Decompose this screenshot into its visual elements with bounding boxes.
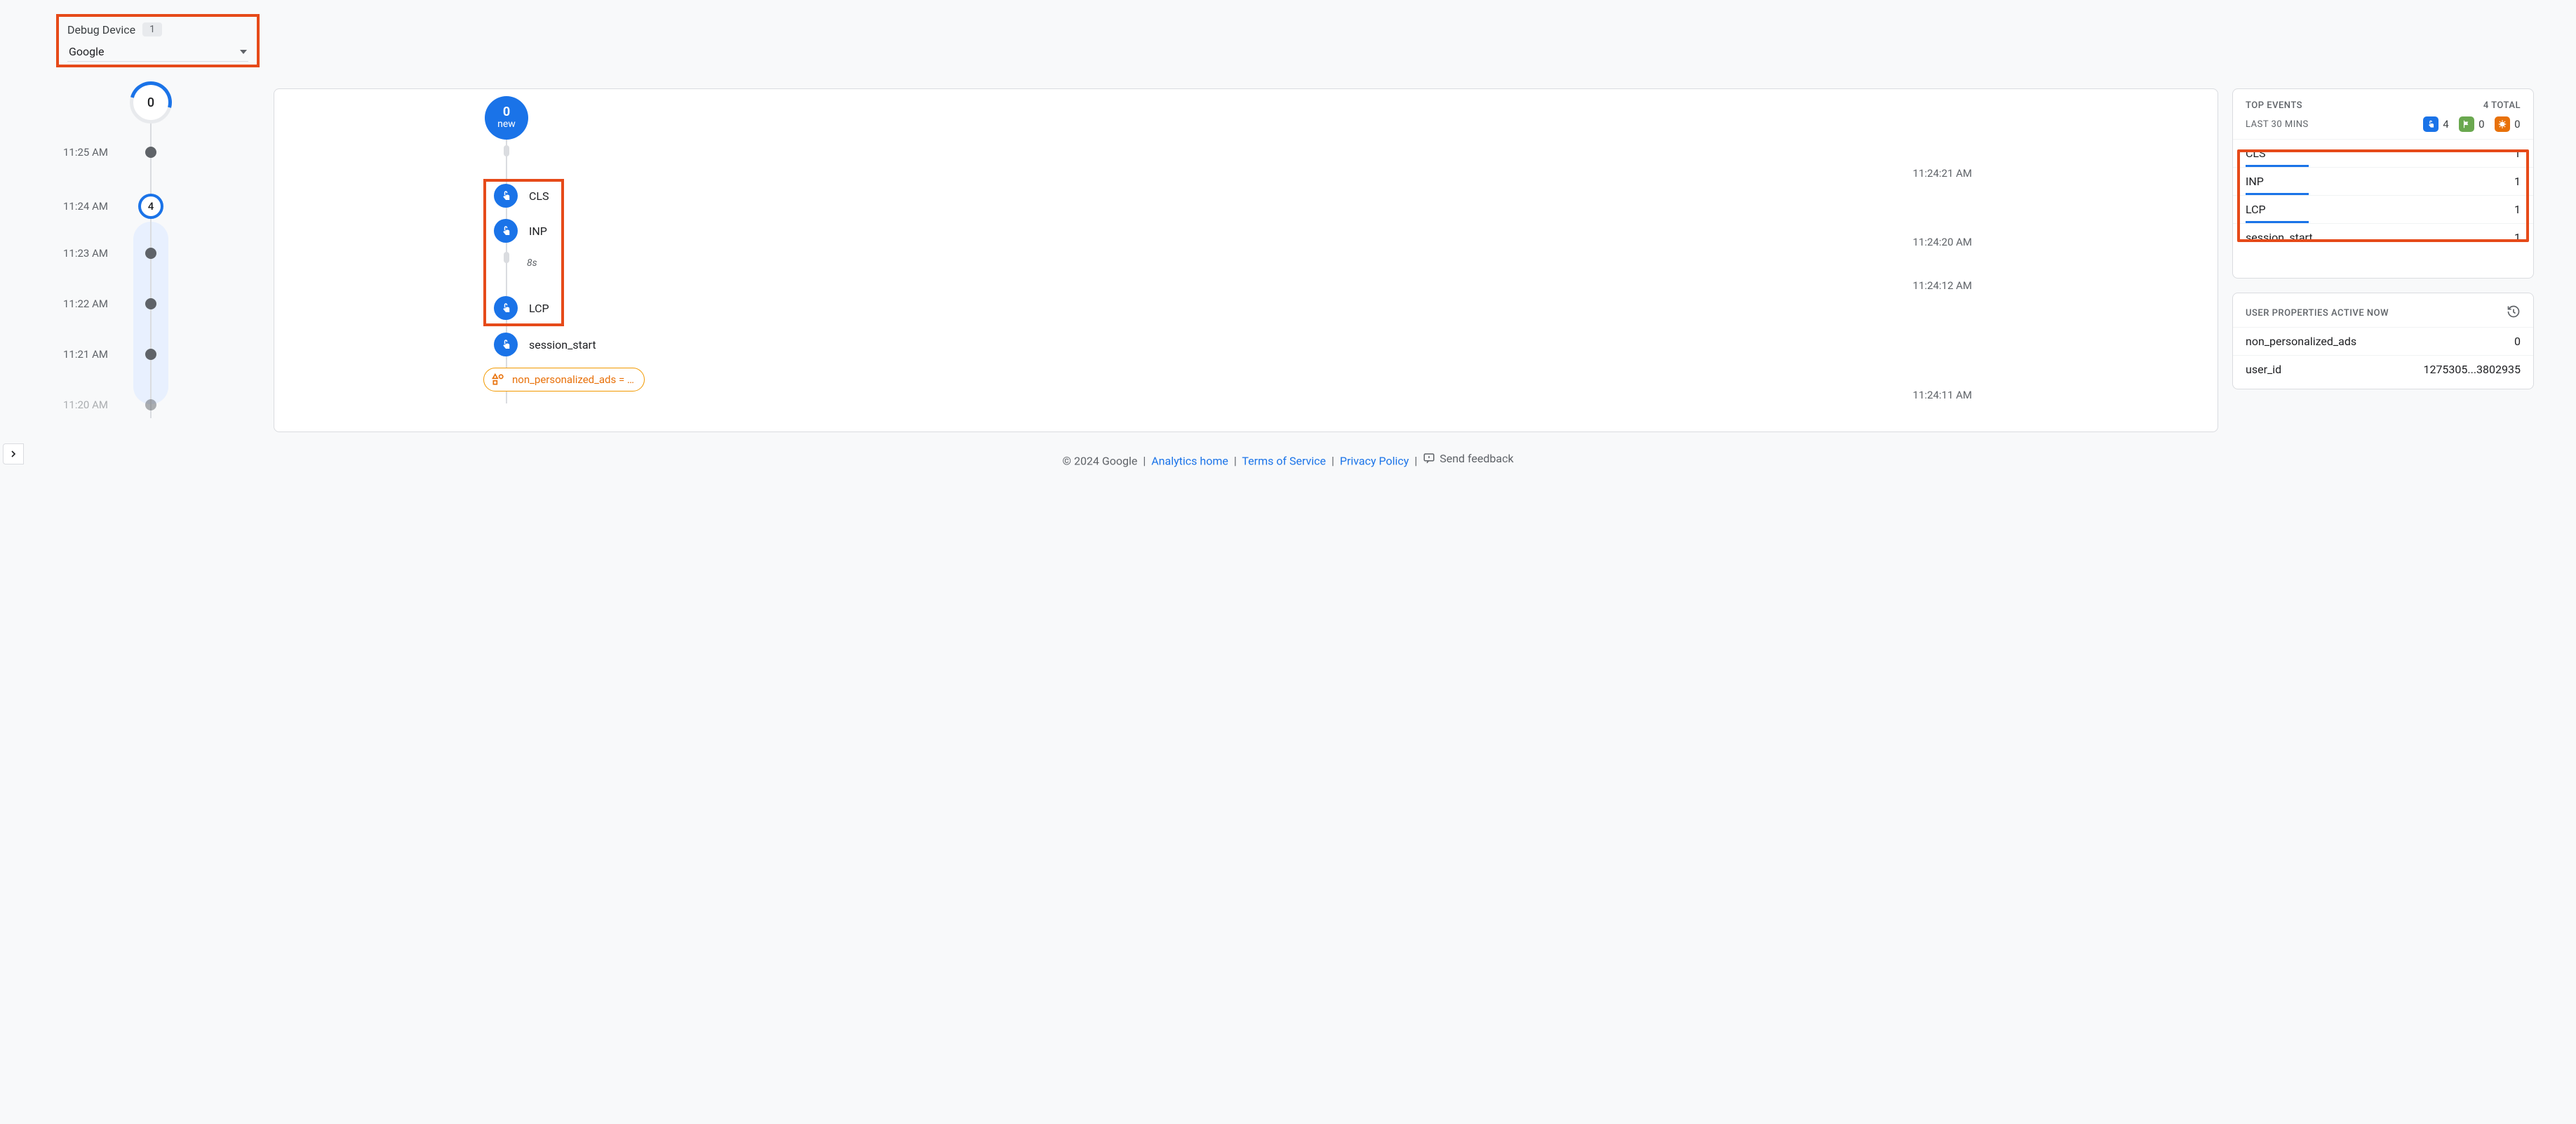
link-privacy[interactable]: Privacy Policy (1340, 454, 1409, 467)
top-event-row[interactable]: LCP 1 (2233, 195, 2533, 223)
seconds-counter[interactable]: 0 (130, 81, 172, 123)
event-label: session_start (529, 338, 596, 352)
debug-device-label: Debug Device (67, 23, 135, 36)
chevron-down-icon (240, 50, 247, 54)
minute-label: 11:24 AM (63, 200, 109, 213)
time-gap: 8s (527, 257, 537, 269)
user-prop-row[interactable]: non_personalized_ads 0 (2233, 327, 2533, 355)
debug-device-dropdown[interactable]: Google (67, 41, 248, 62)
top-events-subtitle: LAST 30 MINS (2246, 119, 2309, 130)
chip-label: non_personalized_ads = … (512, 373, 634, 386)
event-item-cls[interactable]: CLS (494, 184, 549, 208)
minute-label: 11:21 AM (63, 348, 109, 361)
top-events-card: TOP EVENTS 4 TOTAL LAST 30 MINS 4 0 (2232, 88, 2534, 279)
stat-flag: 0 (2459, 116, 2485, 132)
minute-ring: 4 (138, 194, 163, 219)
event-time: 11:24:21 AM (1913, 167, 1972, 180)
new-label: new (497, 119, 516, 130)
stat-touch: 4 (2423, 116, 2449, 132)
link-terms[interactable]: Terms of Service (1242, 454, 1326, 467)
send-feedback-button[interactable]: Send feedback (1423, 452, 1513, 465)
top-event-row[interactable]: session_start 1 (2233, 223, 2533, 251)
event-item-session-start[interactable]: session_start (494, 333, 596, 356)
event-label: LCP (529, 302, 549, 315)
top-event-row[interactable]: INP 1 (2233, 167, 2533, 195)
minute-dot (145, 248, 156, 259)
feedback-icon (1423, 452, 1435, 464)
minute-label: 11:20 AM (63, 399, 109, 411)
minute-row[interactable]: 11:21 AM (63, 348, 203, 361)
minute-row-active[interactable]: 11:24 AM 4 (63, 194, 203, 219)
history-icon[interactable] (2507, 305, 2521, 321)
event-time: 11:24:20 AM (1913, 236, 1972, 248)
event-count: 1 (2514, 231, 2521, 244)
touch-icon (494, 184, 518, 208)
seconds-counter-value: 0 (147, 95, 154, 110)
user-props-title: USER PROPERTIES ACTIVE NOW (2246, 308, 2389, 319)
minute-dot (145, 349, 156, 360)
minute-label: 11:22 AM (63, 297, 109, 310)
event-name: LCP (2246, 203, 2266, 216)
event-label: INP (529, 225, 547, 238)
new-count: 0 (503, 106, 510, 119)
top-events-title: TOP EVENTS (2246, 100, 2302, 111)
stat-error: 0 (2495, 116, 2521, 132)
event-time: 11:24:12 AM (1913, 279, 1972, 292)
event-name: CLS (2246, 147, 2266, 160)
link-analytics-home[interactable]: Analytics home (1151, 454, 1228, 467)
touch-icon (494, 333, 518, 356)
minute-row[interactable]: 11:22 AM (63, 297, 203, 310)
minute-label: 11:23 AM (63, 247, 109, 260)
event-item-inp[interactable]: INP (494, 219, 547, 243)
bug-icon (2495, 116, 2510, 132)
user-property-chip[interactable]: non_personalized_ads = … (483, 368, 645, 392)
minute-row[interactable]: 11:20 AM (63, 399, 203, 411)
debug-device-count: 1 (142, 22, 162, 36)
prop-value: 1275305...3802935 (2423, 363, 2521, 376)
event-label: CLS (529, 189, 549, 203)
event-stream-card: 0 new 11:24:21 AM CLS INP 11:24:20 AM 8 (274, 88, 2218, 432)
minute-label: 11:25 AM (63, 146, 109, 159)
event-name: INP (2246, 175, 2264, 188)
prop-name: non_personalized_ads (2246, 335, 2356, 348)
event-count: 1 (2514, 175, 2521, 188)
debug-device-value: Google (69, 45, 105, 58)
event-item-lcp[interactable]: LCP (494, 296, 549, 320)
touch-icon (494, 296, 518, 320)
user-properties-card: USER PROPERTIES ACTIVE NOW non_personali… (2232, 293, 2534, 389)
prop-value: 0 (2514, 335, 2521, 348)
event-name: session_start (2246, 231, 2313, 244)
chevron-right-icon (8, 448, 19, 460)
top-event-row[interactable]: CLS 1 (2233, 139, 2533, 167)
user-prop-row[interactable]: user_id 1275305...3802935 (2233, 355, 2533, 383)
minute-dot (145, 147, 156, 158)
touch-icon (494, 219, 518, 243)
touch-icon (2423, 116, 2439, 132)
minute-timeline: 0 11:25 AM 11:24 AM 4 11:23 AM 11:22 AM … (63, 81, 260, 418)
prop-name: user_id (2246, 363, 2281, 376)
event-count: 1 (2514, 147, 2521, 160)
event-count: 1 (2514, 203, 2521, 216)
flag-icon (2459, 116, 2474, 132)
top-events-total: 4 TOTAL (2483, 100, 2521, 111)
minute-row[interactable]: 11:25 AM (63, 146, 203, 159)
expand-panel-button[interactable] (3, 443, 24, 464)
minute-row[interactable]: 11:23 AM (63, 247, 203, 260)
new-events-badge[interactable]: 0 new (485, 96, 528, 140)
minute-dot (145, 298, 156, 309)
debug-device-selector: Debug Device 1 Google (56, 14, 260, 67)
copyright: © 2024 Google (1062, 454, 1137, 467)
minute-dot (145, 399, 156, 410)
footer: © 2024 Google | Analytics home | Terms o… (0, 452, 2576, 468)
event-time: 11:24:11 AM (1913, 389, 1972, 401)
shapes-icon (491, 373, 505, 387)
